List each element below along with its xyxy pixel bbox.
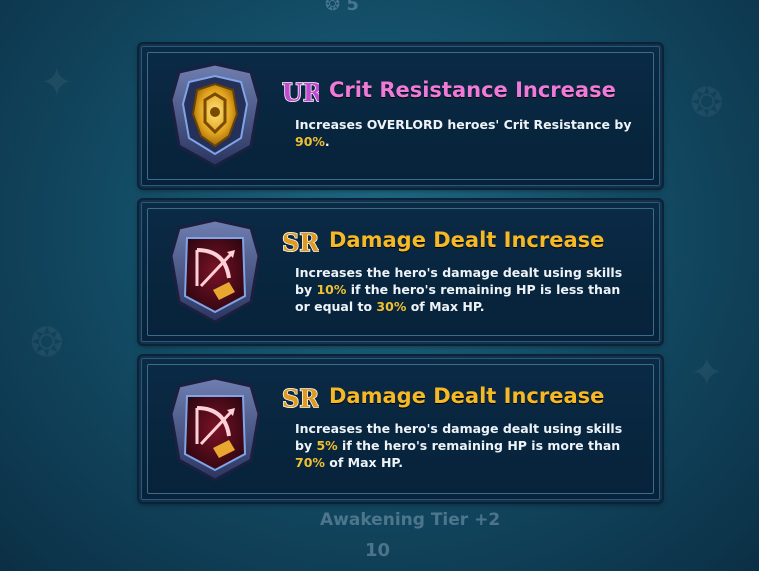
skill-title: Crit Resistance Increase — [329, 78, 616, 102]
skill-title: Damage Dealt Increase — [329, 384, 605, 408]
background-ornament: ❂ — [690, 80, 724, 126]
background-tier-number: 10 — [365, 540, 391, 561]
background-ornament: ❂ — [30, 320, 64, 366]
skill-card-damage-dealt-low-hp[interactable]: SR Damage Dealt Increase Increases the h… — [137, 198, 664, 346]
skill-description: Increases OVERLORD heroes' Crit Resistan… — [295, 117, 632, 149]
background-awakening-tier-label: Awakening Tier +2 — [320, 510, 501, 530]
skill-card-crit-resistance[interactable]: UR Crit Resistance Increase Increases OV… — [137, 42, 664, 190]
gold-shield-emblem-icon — [169, 62, 261, 168]
background-tier-badge: ❂ 5 — [325, 0, 359, 15]
background-ornament: ✦ — [40, 60, 74, 106]
svg-text:UR: UR — [282, 78, 319, 106]
skill-card-damage-dealt-high-hp[interactable]: SR Damage Dealt Increase Increases the h… — [137, 354, 664, 504]
sr-grade-icon: SR — [281, 227, 319, 256]
skill-description: Increases the hero's damage dealt using … — [295, 265, 623, 314]
background-ornament: ✦ — [690, 350, 724, 396]
svg-text:SR: SR — [282, 384, 319, 412]
bow-emblem-icon — [169, 376, 261, 482]
svg-text:SR: SR — [282, 228, 319, 256]
bow-emblem-icon — [169, 218, 261, 324]
skill-title: Damage Dealt Increase — [329, 228, 605, 252]
skill-description: Increases the hero's damage dealt using … — [295, 421, 623, 470]
sr-grade-icon: SR — [281, 383, 319, 412]
ur-grade-icon: UR — [281, 77, 319, 106]
